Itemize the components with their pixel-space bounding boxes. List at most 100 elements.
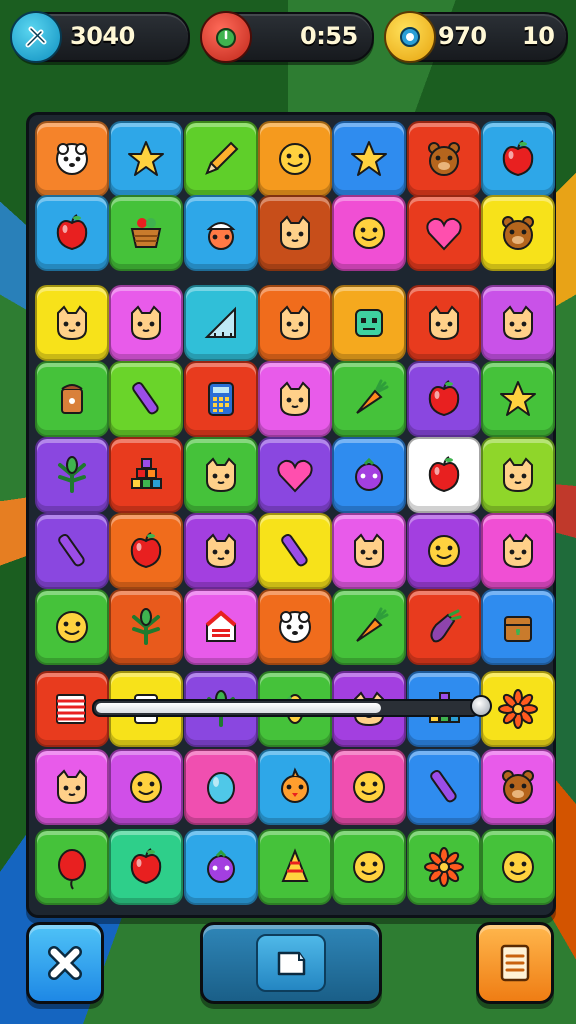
tile-berry[interactable] <box>332 437 407 513</box>
tile-egg[interactable] <box>183 749 258 825</box>
tile-heart[interactable] <box>257 437 332 513</box>
tile-apple[interactable] <box>35 195 109 271</box>
tile-cat[interactable] <box>332 513 407 589</box>
tile-blocks[interactable] <box>109 437 184 513</box>
tile-crayon[interactable] <box>257 513 332 589</box>
tile-balloon[interactable] <box>35 829 109 905</box>
hat-icon <box>281 848 309 882</box>
tile-leaf[interactable] <box>109 589 184 665</box>
menu-icon <box>500 944 530 982</box>
tile-ruler[interactable] <box>183 285 258 361</box>
tile-bear[interactable] <box>480 749 555 825</box>
basket-icon <box>131 218 162 248</box>
tile-hat[interactable] <box>257 829 332 905</box>
coins-panel: 970 10 <box>384 11 568 63</box>
card-button[interactable] <box>200 922 382 1004</box>
cat-icon <box>57 305 87 341</box>
menu-button[interactable] <box>476 922 554 1004</box>
tile-cat[interactable] <box>480 285 555 361</box>
tile-cat[interactable] <box>257 285 332 361</box>
crayon-icon <box>132 381 159 415</box>
close-button[interactable] <box>26 922 104 1004</box>
leaf-icon <box>58 456 86 493</box>
leaf-icon <box>132 608 161 645</box>
tile-carrot[interactable] <box>332 361 407 437</box>
tile-leaf[interactable] <box>35 437 109 513</box>
tile-cat[interactable] <box>35 285 109 361</box>
flower-icon <box>497 689 538 729</box>
tile-star[interactable] <box>332 121 407 197</box>
tile-cat[interactable] <box>257 195 332 271</box>
tile-cat[interactable] <box>183 513 258 589</box>
tile-apple[interactable] <box>480 121 555 197</box>
tile-calculator[interactable] <box>183 361 258 437</box>
tile-carrot[interactable] <box>332 589 407 665</box>
tile-cat[interactable] <box>406 285 481 361</box>
tile-face[interactable] <box>332 195 407 271</box>
cat-icon <box>502 457 533 493</box>
tile-face[interactable] <box>406 513 481 589</box>
apple-icon <box>428 456 459 493</box>
tile-face[interactable] <box>257 121 332 197</box>
pencil-icon <box>204 141 239 175</box>
tile-cat[interactable] <box>480 513 555 589</box>
tile-bear[interactable] <box>406 121 481 197</box>
bear-icon <box>501 770 534 804</box>
calculator-icon <box>207 382 234 416</box>
tools-icon[interactable] <box>10 11 62 63</box>
tile-crayon[interactable] <box>109 361 184 437</box>
tile-bird[interactable] <box>257 749 332 825</box>
tile-hatface[interactable] <box>183 195 258 271</box>
crayon-icon <box>429 769 457 803</box>
tile-pencil[interactable] <box>183 121 258 197</box>
cat-icon <box>131 305 162 341</box>
tile-crayon[interactable] <box>35 513 109 589</box>
tile-cat[interactable] <box>480 437 555 513</box>
tile-cat[interactable] <box>35 749 109 825</box>
tile-face[interactable] <box>35 589 109 665</box>
carrot-icon <box>356 607 389 642</box>
tile-crayon[interactable] <box>406 749 481 825</box>
crayon-icon <box>58 533 85 567</box>
blocks-icon <box>131 458 163 489</box>
slider-handle[interactable] <box>470 695 492 717</box>
tile-bear[interactable] <box>480 195 555 271</box>
tile-cat[interactable] <box>109 285 184 361</box>
tile-box[interactable] <box>480 589 555 665</box>
tile-basket[interactable] <box>109 195 184 271</box>
cat-icon <box>205 457 236 493</box>
tile-eggplant[interactable] <box>406 589 481 665</box>
tile-face[interactable] <box>109 749 184 825</box>
tile-flower[interactable] <box>406 829 481 905</box>
ruler-icon <box>204 306 236 338</box>
progress-slider[interactable] <box>92 695 492 717</box>
tile-flower[interactable] <box>480 671 555 747</box>
tile-house[interactable] <box>183 589 258 665</box>
tile-apple[interactable] <box>406 437 481 513</box>
apple-icon <box>56 214 88 251</box>
tile-sheep[interactable] <box>257 589 332 665</box>
tile-star[interactable] <box>480 361 555 437</box>
timer-icon <box>200 11 252 63</box>
can-icon <box>61 384 83 414</box>
tile-robot[interactable] <box>332 285 407 361</box>
tile-sheep[interactable] <box>35 121 109 197</box>
tile-face[interactable] <box>332 829 407 905</box>
tile-heart[interactable] <box>406 195 481 271</box>
tile-face[interactable] <box>480 829 555 905</box>
tile-face[interactable] <box>332 749 407 825</box>
face-icon <box>56 611 88 643</box>
tile-apple[interactable] <box>109 513 184 589</box>
tile-apple[interactable] <box>406 361 481 437</box>
cat-icon <box>279 381 310 417</box>
tile-can[interactable] <box>35 361 109 437</box>
tile-star[interactable] <box>109 121 184 197</box>
star-icon <box>128 141 165 176</box>
tile-cat[interactable] <box>183 437 258 513</box>
face-icon <box>278 143 311 175</box>
tile-berry[interactable] <box>183 829 258 905</box>
tile-cat[interactable] <box>257 361 332 437</box>
eggplant-icon <box>429 609 461 643</box>
close-icon <box>48 946 82 980</box>
tile-apple[interactable] <box>109 829 184 905</box>
